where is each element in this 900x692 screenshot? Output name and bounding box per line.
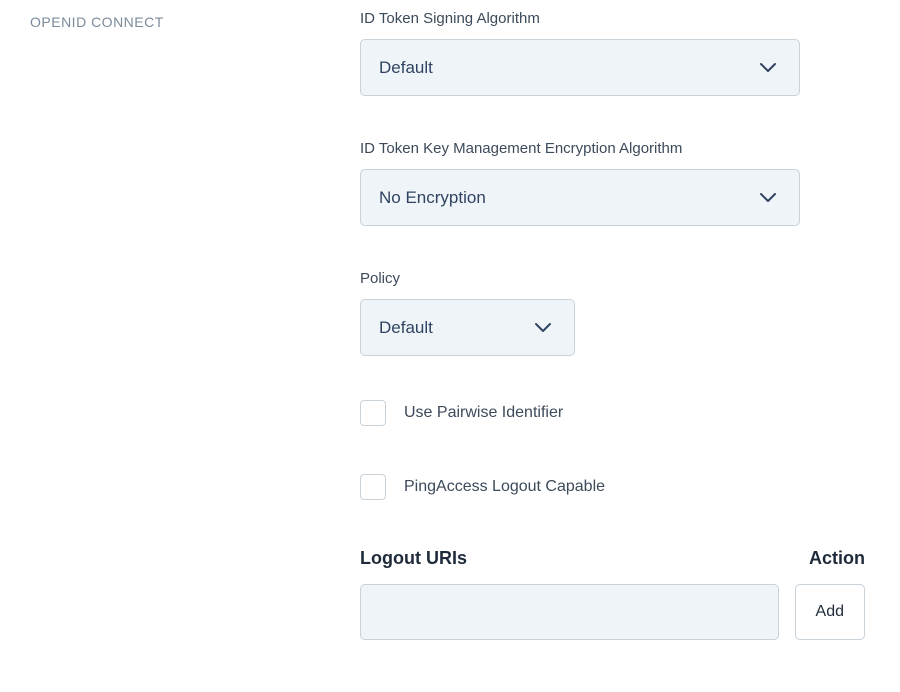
policy-label: Policy bbox=[360, 270, 865, 287]
key-management-algorithm-field: ID Token Key Management Encryption Algor… bbox=[360, 140, 865, 226]
logout-uri-input[interactable] bbox=[360, 584, 779, 640]
pingaccess-logout-row: PingAccess Logout Capable bbox=[360, 474, 865, 500]
chevron-down-icon bbox=[534, 322, 552, 334]
policy-select[interactable]: Default bbox=[360, 299, 575, 356]
pairwise-identifier-label: Use Pairwise Identifier bbox=[404, 404, 563, 422]
key-management-algorithm-select[interactable]: No Encryption bbox=[360, 169, 800, 226]
left-column: OPENID CONNECT bbox=[30, 10, 360, 640]
pingaccess-logout-label: PingAccess Logout Capable bbox=[404, 478, 605, 496]
logout-uris-header: Logout URIs Action bbox=[360, 548, 865, 569]
chevron-down-icon bbox=[759, 62, 777, 74]
key-management-algorithm-label: ID Token Key Management Encryption Algor… bbox=[360, 140, 865, 157]
key-management-algorithm-value: No Encryption bbox=[379, 188, 486, 208]
logout-uris-row: Add bbox=[360, 584, 865, 640]
chevron-down-icon bbox=[759, 192, 777, 204]
openid-connect-form: OPENID CONNECT ID Token Signing Algorith… bbox=[30, 10, 870, 640]
pairwise-identifier-row: Use Pairwise Identifier bbox=[360, 400, 865, 426]
pairwise-identifier-checkbox[interactable] bbox=[360, 400, 386, 426]
signing-algorithm-value: Default bbox=[379, 58, 433, 78]
logout-uris-action-header: Action bbox=[809, 548, 865, 569]
policy-field: Policy Default bbox=[360, 270, 865, 356]
add-button[interactable]: Add bbox=[795, 584, 865, 640]
section-label: OPENID CONNECT bbox=[30, 14, 360, 30]
signing-algorithm-field: ID Token Signing Algorithm Default bbox=[360, 10, 865, 96]
pingaccess-logout-checkbox[interactable] bbox=[360, 474, 386, 500]
right-column: ID Token Signing Algorithm Default ID To… bbox=[360, 10, 900, 640]
logout-uris-title: Logout URIs bbox=[360, 548, 467, 569]
policy-value: Default bbox=[379, 318, 433, 338]
signing-algorithm-label: ID Token Signing Algorithm bbox=[360, 10, 865, 27]
signing-algorithm-select[interactable]: Default bbox=[360, 39, 800, 96]
